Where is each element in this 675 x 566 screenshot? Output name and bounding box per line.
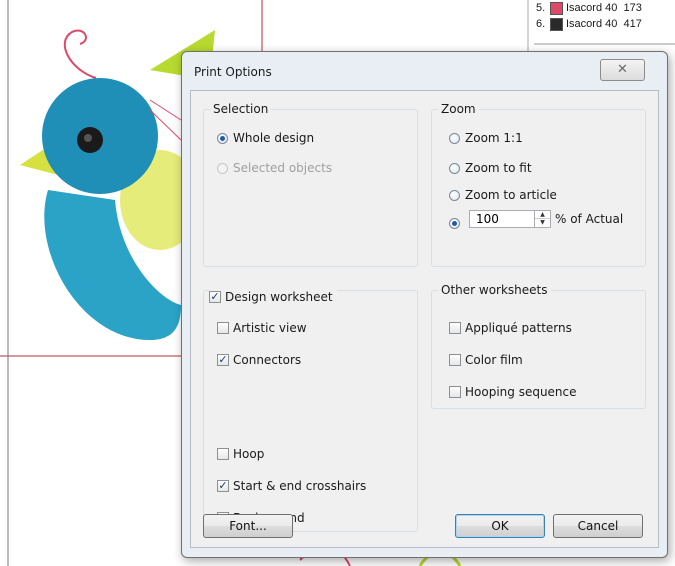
zoom-to-fit-label: Zoom to fit (465, 161, 532, 175)
checkbox-indicator[interactable] (217, 322, 229, 334)
color-swatch (550, 17, 563, 31)
design-worksheet-label: Design worksheet (225, 290, 333, 304)
legend-row-6: 6. Isacord 40 417 (534, 16, 675, 32)
spinner-up-icon[interactable]: ▲ (535, 211, 550, 219)
ok-button[interactable]: OK (455, 514, 545, 538)
zoom-unit-label: % of Actual (555, 212, 624, 226)
color-swatch (550, 1, 563, 15)
spinner-down-icon[interactable]: ▼ (535, 219, 550, 227)
legend-code: 417 (623, 18, 642, 30)
selection-group-label: Selection (210, 102, 272, 117)
print-options-dialog: Print Options ✕ Selection Whole design S… (181, 51, 668, 558)
zoom-1-1-label: Zoom 1:1 (465, 131, 523, 145)
checkbox-indicator[interactable]: ✓ (217, 480, 229, 492)
crosshairs-checkbox[interactable]: ✓ Start & end crosshairs (217, 479, 366, 493)
zoom-percent-radio[interactable] (449, 218, 465, 229)
zoom-to-fit-radio[interactable]: Zoom to fit (449, 161, 532, 175)
radio-indicator[interactable] (449, 218, 460, 229)
dialog-title: Print Options (194, 65, 272, 79)
radio-indicator[interactable] (217, 132, 228, 144)
checkbox-indicator[interactable] (217, 448, 229, 460)
cancel-button[interactable]: Cancel (553, 514, 643, 538)
checkbox-indicator[interactable] (449, 386, 461, 398)
whole-design-label: Whole design (233, 131, 315, 145)
zoom-to-article-radio[interactable]: Zoom to article (449, 188, 557, 202)
other-worksheets-label: Other worksheets (438, 283, 551, 298)
hoop-checkbox[interactable]: Hoop (217, 447, 264, 461)
dialog-client-area: Selection Whole design Selected objects … (190, 90, 659, 548)
zoom-group-label: Zoom (438, 102, 479, 117)
thread-legend: 5. Isacord 40 173 6. Isacord 40 417 (534, 0, 675, 32)
legend-thread: Isacord 40 (566, 18, 618, 30)
radio-indicator[interactable] (449, 162, 460, 174)
font-button[interactable]: Font... (203, 514, 293, 538)
whole-design-radio[interactable]: Whole design (217, 131, 314, 145)
selected-objects-radio[interactable]: Selected objects (217, 161, 332, 175)
radio-indicator[interactable] (449, 189, 460, 201)
zoom-percent-input[interactable] (470, 211, 540, 227)
selected-objects-label: Selected objects (233, 161, 333, 175)
legend-row-5: 5. Isacord 40 173 (534, 0, 675, 16)
checkbox-indicator[interactable]: ✓ (217, 354, 229, 366)
zoom-percent-spinner[interactable]: ▲ ▼ (469, 210, 551, 228)
zoom-to-article-label: Zoom to article (465, 188, 557, 202)
checkbox-indicator[interactable]: ✓ (209, 291, 221, 303)
spinner-buttons: ▲ ▼ (534, 211, 550, 227)
zoom-1-1-radio[interactable]: Zoom 1:1 (449, 131, 523, 145)
design-worksheet-checkbox[interactable]: ✓ Design worksheet (209, 290, 337, 304)
hooping-sequence-label: Hooping sequence (465, 385, 577, 399)
artistic-view-checkbox[interactable]: Artistic view (217, 321, 307, 335)
legend-number: 5. (536, 2, 546, 14)
artistic-view-label: Artistic view (233, 321, 307, 335)
hoop-label: Hoop (233, 447, 265, 461)
applique-label: Appliqué patterns (465, 321, 572, 335)
legend-number: 6. (536, 18, 546, 30)
connectors-checkbox[interactable]: ✓ Connectors (217, 353, 301, 367)
color-film-label: Color film (465, 353, 523, 367)
connectors-label: Connectors (233, 353, 302, 367)
checkbox-indicator[interactable] (449, 322, 461, 334)
checkbox-indicator[interactable] (449, 354, 461, 366)
crosshairs-label: Start & end crosshairs (233, 479, 367, 493)
close-icon: ✕ (617, 62, 628, 77)
radio-indicator[interactable] (449, 132, 460, 144)
hooping-sequence-checkbox[interactable]: Hooping sequence (449, 385, 577, 399)
close-button[interactable]: ✕ (600, 59, 645, 81)
color-film-checkbox[interactable]: Color film (449, 353, 523, 367)
legend-code: 173 (623, 2, 642, 14)
applique-checkbox[interactable]: Appliqué patterns (449, 321, 572, 335)
radio-indicator[interactable] (217, 162, 228, 174)
legend-thread: Isacord 40 (566, 2, 618, 14)
